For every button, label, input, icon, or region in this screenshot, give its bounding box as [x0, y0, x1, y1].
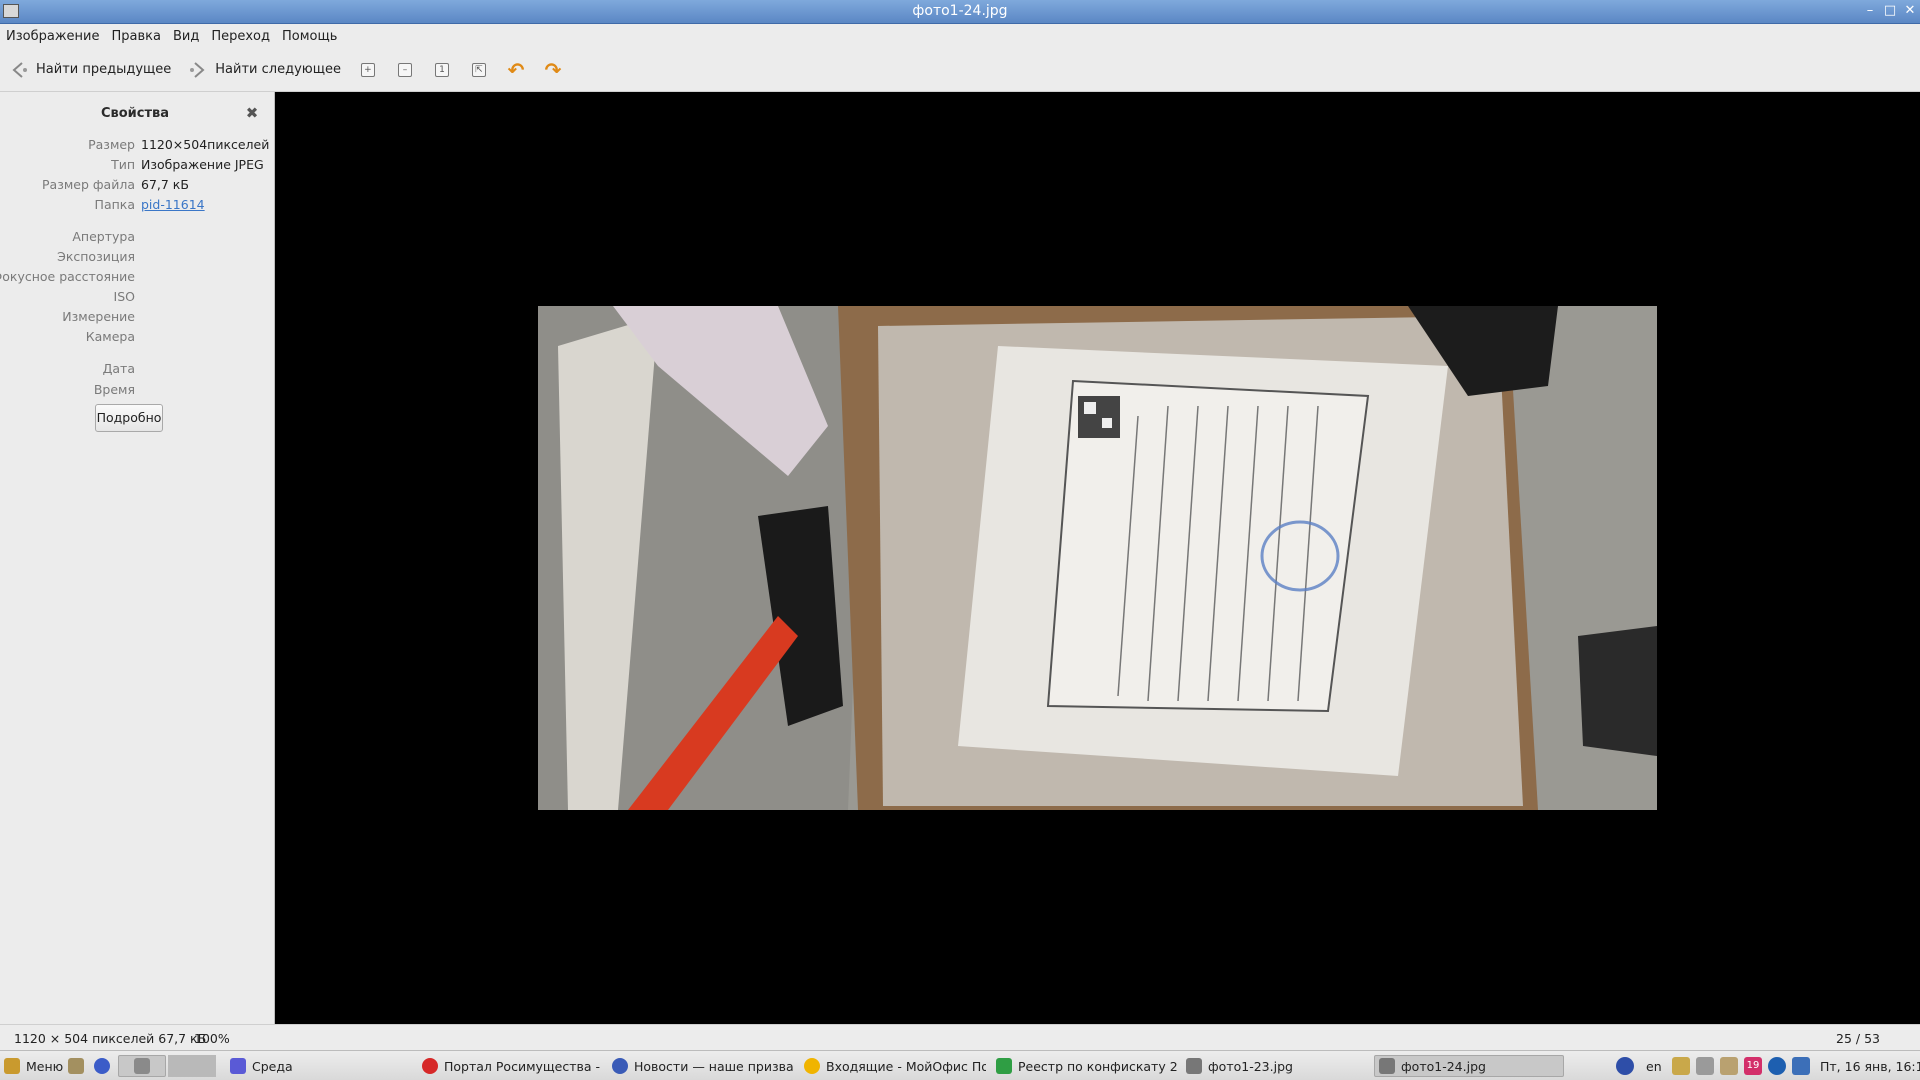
sreda-icon	[230, 1058, 246, 1074]
prop-type: Тип Изображение JPEG	[111, 157, 264, 172]
menu-image[interactable]: Изображение	[6, 29, 99, 44]
display-icon[interactable]	[1792, 1057, 1810, 1075]
minimize-button[interactable]: –	[1862, 3, 1878, 19]
yandex-browser-icon	[94, 1058, 110, 1074]
zoom-out-button[interactable]: –	[394, 59, 416, 81]
prop-date: Дата	[102, 361, 135, 376]
image-info: 1120 × 504 пикселей 67,7 кБ	[14, 1031, 207, 1046]
start-menu-button[interactable]: Меню	[4, 1055, 63, 1077]
close-window-button[interactable]: ✕	[1902, 3, 1918, 19]
normal-size-button[interactable]: 1	[431, 59, 453, 81]
task-registry[interactable]: Реестр по конфискату 20...	[996, 1055, 1178, 1077]
files-launcher[interactable]	[68, 1055, 84, 1077]
menu-icon	[4, 1058, 20, 1074]
prop-folder: Папка pid-11614	[94, 197, 205, 212]
prop-time: Время	[93, 382, 135, 397]
prop-camera: Камера	[85, 329, 135, 344]
task-photo-24[interactable]: фото1-24.jpg	[1374, 1055, 1564, 1077]
prop-focal-length: Фокусное расстояние	[0, 269, 135, 284]
registry-icon	[996, 1058, 1012, 1074]
task-sreda[interactable]: Среда	[230, 1055, 410, 1077]
folder-link[interactable]: pid-11614	[141, 197, 205, 212]
task-news[interactable]: Новости — наше призва...	[612, 1055, 794, 1077]
prop-exposure: Экспозиция	[57, 249, 135, 264]
volume-icon[interactable]	[1696, 1057, 1714, 1075]
prop-size: Размер 1120×504пикселей	[88, 137, 270, 152]
network-icon[interactable]	[1672, 1057, 1690, 1075]
toolbar: Найти предыдущее Найти следующее + – 1 ⇱…	[0, 48, 1920, 92]
rotate-right-icon: ↷	[544, 57, 562, 82]
best-fit-button[interactable]: ⇱	[468, 59, 490, 81]
image-viewer-icon	[1186, 1058, 1202, 1074]
notification-badge[interactable]: 19	[1744, 1057, 1762, 1075]
zoom-in-icon: +	[360, 62, 375, 77]
prop-metering: Измерение	[62, 309, 135, 324]
find-previous-button[interactable]: Найти предыдущее	[8, 59, 171, 81]
taskbar-separator	[168, 1055, 216, 1077]
menu-help[interactable]: Помощь	[282, 29, 337, 44]
details-button[interactable]: Подробно	[95, 404, 163, 432]
find-previous-label: Найти предыдущее	[36, 62, 172, 77]
folder-icon	[68, 1058, 84, 1074]
arrow-left-icon	[8, 59, 30, 81]
find-next-label: Найти следующее	[215, 62, 341, 77]
menu-view[interactable]: Вид	[173, 29, 199, 44]
news-icon	[612, 1058, 628, 1074]
taskbar: Меню Среда Портал Росимущества - ... Нов…	[0, 1050, 1920, 1080]
arrow-right-icon	[187, 59, 209, 81]
prop-file-size: Размер файла 67,7 кБ	[42, 177, 189, 192]
task-photo-23[interactable]: фото1-23.jpg	[1186, 1055, 1366, 1077]
clock[interactable]: Пт, 16 янв, 16:17	[1820, 1055, 1920, 1077]
task-inbox[interactable]: Входящие - МойОфис По...	[804, 1055, 986, 1077]
viewer-launcher[interactable]	[118, 1055, 166, 1077]
menu-bar: Изображение Правка Вид Переход Помощь	[0, 24, 1920, 48]
image-viewer-icon	[1379, 1058, 1395, 1074]
task-portal[interactable]: Портал Росимущества - ...	[422, 1055, 602, 1077]
zoom-out-icon: –	[397, 62, 412, 77]
properties-title: Свойства	[100, 106, 170, 121]
prop-aperture: Апертура	[72, 229, 135, 244]
maximize-button[interactable]: □	[1882, 3, 1898, 19]
hp-icon[interactable]	[1768, 1057, 1786, 1075]
image-canvas[interactable]	[276, 92, 1920, 1024]
menu-edit[interactable]: Правка	[111, 29, 160, 44]
photo-box-label	[538, 306, 1657, 810]
close-sidebar-button[interactable]: ✖	[244, 104, 260, 122]
browser-launcher[interactable]	[94, 1055, 110, 1077]
zoom-in-button[interactable]: +	[357, 59, 379, 81]
rotate-left-button[interactable]: ↶	[505, 59, 527, 81]
keyboard-layout[interactable]: en	[1646, 1055, 1662, 1077]
rotate-right-button[interactable]: ↷	[542, 59, 564, 81]
portal-icon	[422, 1058, 438, 1074]
window-title: фото1-24.jpg	[912, 3, 1008, 19]
status-bar: 1120 × 504 пикселей 67,7 кБ 100% 25 / 53	[0, 1024, 1920, 1050]
properties-sidebar: Свойства ✖ Размер 1120×504пикселей Тип Изо…	[0, 92, 275, 1024]
prop-iso: ISO	[113, 289, 135, 304]
normal-size-icon: 1	[434, 62, 449, 77]
clipboard-icon[interactable]	[1720, 1057, 1738, 1075]
image-viewer-icon	[134, 1058, 150, 1074]
title-bar: фото1-24.jpg – □ ✕	[0, 0, 1920, 24]
zoom-level: 100%	[194, 1031, 230, 1046]
yandex-tray-icon[interactable]	[1616, 1057, 1634, 1075]
rotate-left-icon: ↶	[507, 57, 525, 82]
image-position: 25 / 53	[1836, 1031, 1880, 1046]
menu-go[interactable]: Переход	[211, 29, 270, 44]
mail-icon	[804, 1058, 820, 1074]
find-next-button[interactable]: Найти следующее	[187, 59, 341, 81]
best-fit-icon: ⇱	[471, 62, 486, 77]
